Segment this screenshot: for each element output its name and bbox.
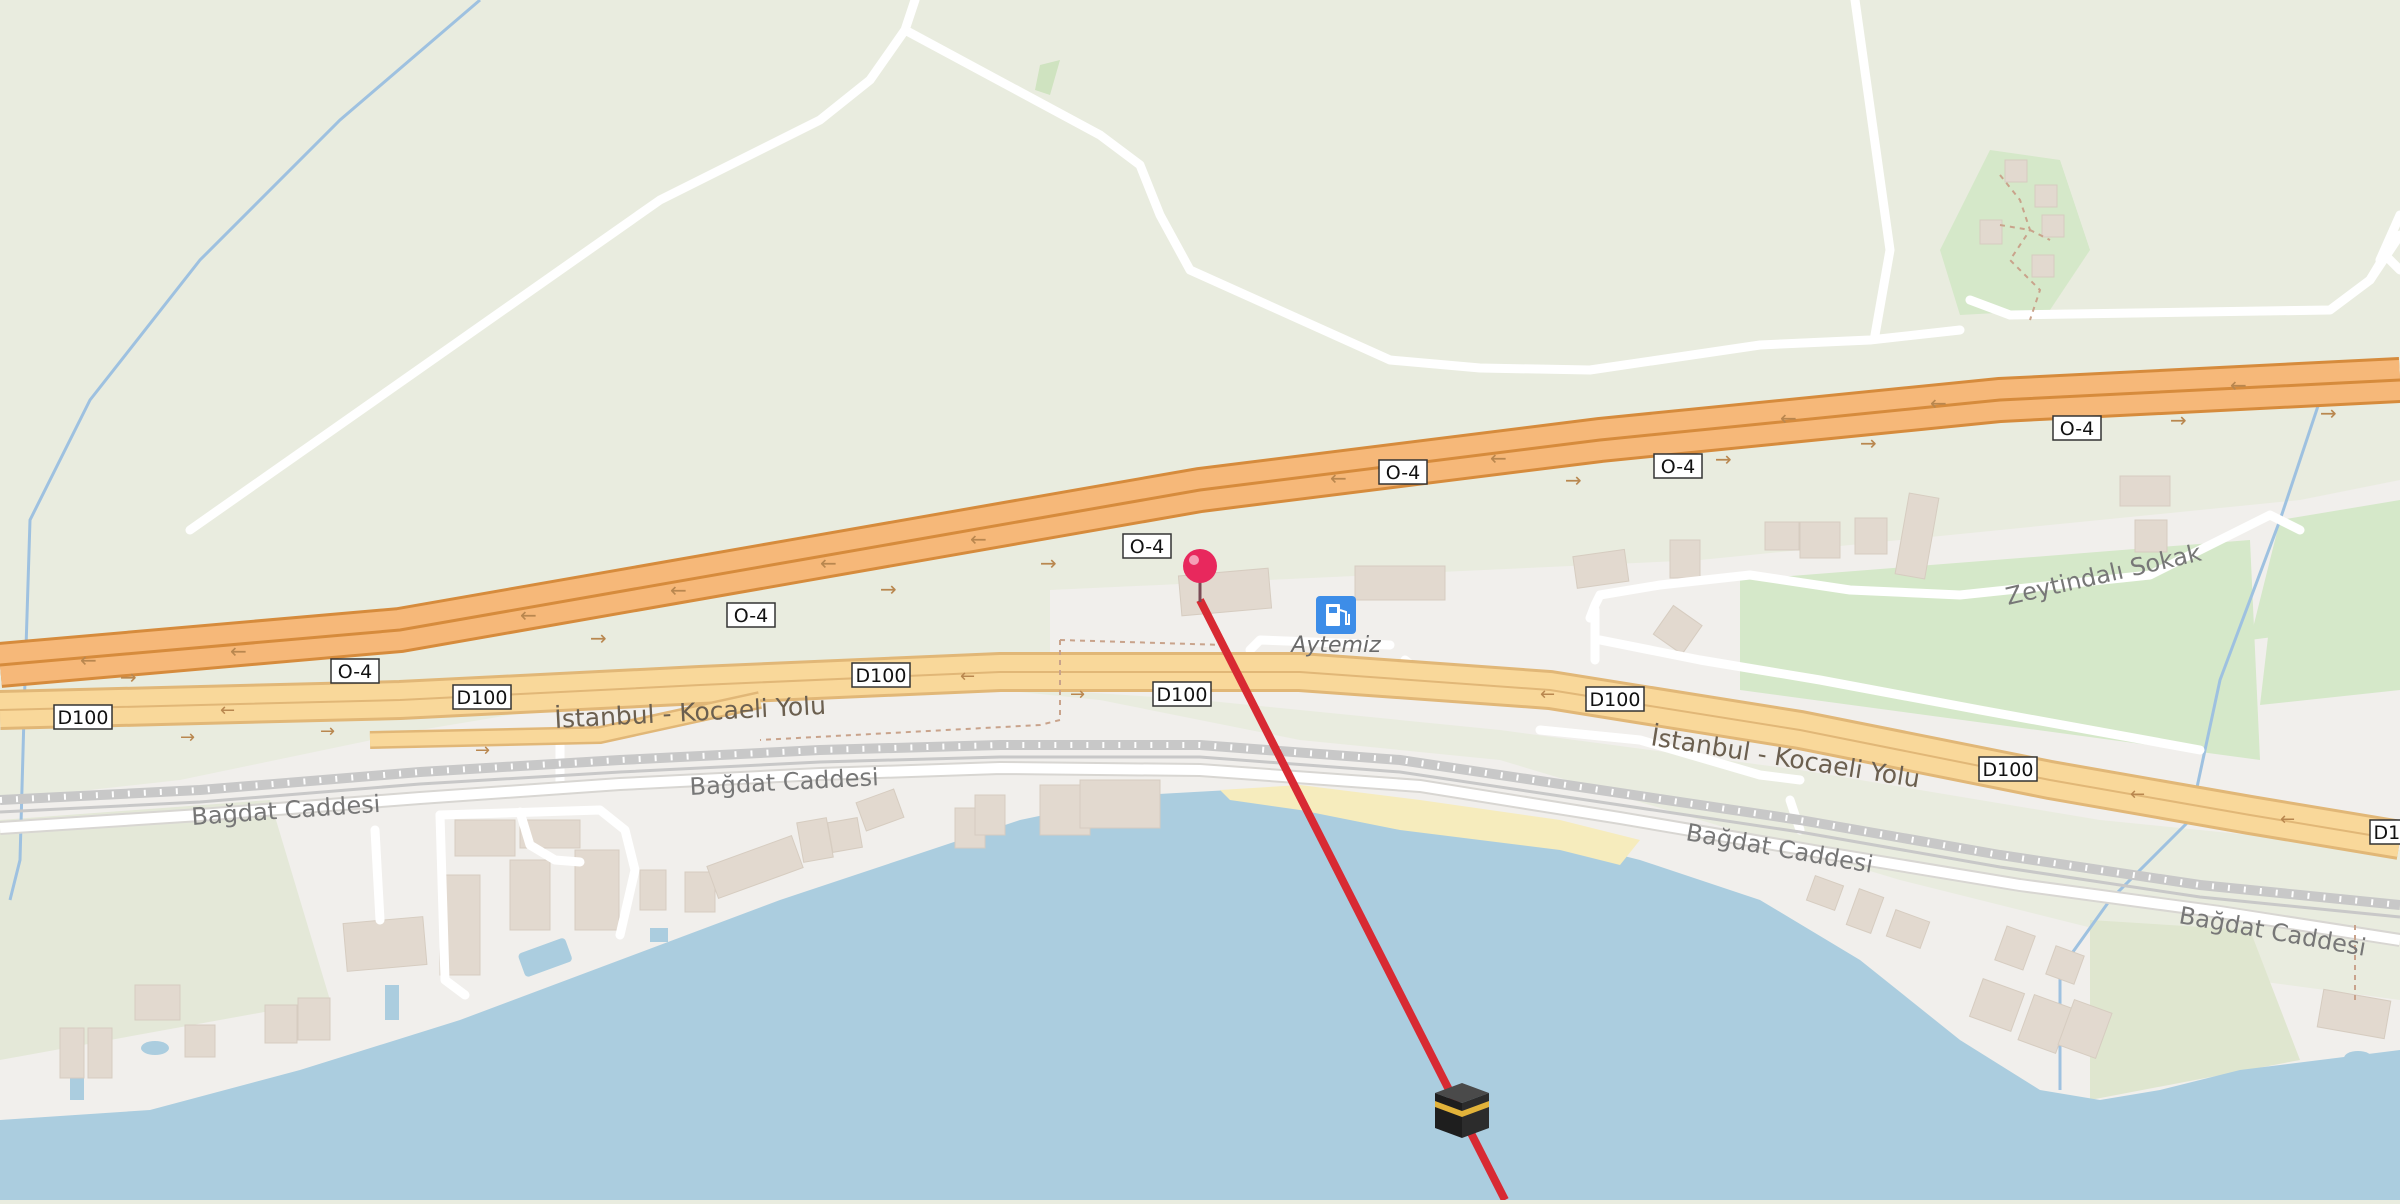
d100-shield: D100 — [53, 704, 113, 730]
svg-text:←: ← — [2230, 373, 2247, 397]
svg-text:D100: D100 — [1590, 689, 1641, 711]
o4-shield: O-4 — [1378, 459, 1428, 485]
svg-text:→: → — [880, 577, 897, 601]
svg-text:D100: D100 — [58, 707, 109, 729]
svg-text:O-4: O-4 — [1661, 456, 1695, 478]
d100-shield: D100 — [452, 684, 512, 710]
svg-text:D100: D100 — [457, 687, 508, 709]
svg-text:→: → — [120, 665, 137, 689]
map-view[interactable]: ← ← ← ← ← ← ← ← ← ← ← → → → → → → → → → … — [0, 0, 2400, 1202]
svg-text:←: ← — [80, 648, 97, 672]
svg-text:←: ← — [520, 603, 537, 627]
d100-shield: D100 — [2369, 819, 2400, 845]
svg-text:D100: D100 — [1983, 759, 2034, 781]
svg-text:D100: D100 — [1157, 684, 1208, 706]
svg-text:←: ← — [230, 639, 247, 663]
svg-text:←: ← — [970, 527, 987, 551]
svg-text:O-4: O-4 — [1130, 536, 1164, 558]
svg-text:←: ← — [220, 700, 235, 721]
d100-shield: D100 — [1585, 686, 1645, 712]
svg-text:←: ← — [1780, 406, 1797, 430]
svg-text:←: ← — [1930, 391, 1947, 415]
o4-shield: O-4 — [726, 602, 776, 628]
o4-shield: O-4 — [2052, 415, 2102, 441]
svg-text:←: ← — [2280, 809, 2295, 830]
pond — [2344, 1051, 2372, 1065]
svg-text:→: → — [2170, 408, 2187, 432]
svg-text:→: → — [590, 626, 607, 650]
svg-text:→: → — [1860, 431, 1877, 455]
o4-shield: O-4 — [1653, 453, 1703, 479]
o4-shield: O-4 — [330, 658, 380, 684]
d100-shield: D100 — [1152, 681, 1212, 707]
pond — [385, 985, 399, 1020]
svg-text:O-4: O-4 — [338, 661, 372, 683]
svg-text:→: → — [2320, 401, 2337, 425]
svg-text:←: ← — [1540, 684, 1555, 705]
svg-text:→: → — [320, 721, 335, 742]
svg-text:→: → — [1715, 447, 1732, 471]
pond — [70, 1075, 84, 1100]
svg-text:←: ← — [670, 578, 687, 602]
svg-text:D100: D100 — [856, 665, 907, 687]
pond — [650, 928, 668, 942]
map-canvas[interactable]: ← ← ← ← ← ← ← ← ← ← ← → → → → → → → → → … — [0, 0, 2400, 1202]
svg-text:O-4: O-4 — [1386, 462, 1420, 484]
svg-text:O-4: O-4 — [2060, 418, 2094, 440]
svg-text:→: → — [475, 740, 490, 761]
fuel-station-label: Aytemiz — [1289, 633, 1381, 658]
svg-text:←: ← — [820, 551, 837, 575]
svg-text:D100: D100 — [2374, 822, 2400, 844]
svg-text:O-4: O-4 — [734, 605, 768, 627]
svg-text:←: ← — [960, 666, 975, 687]
o4-shield: O-4 — [1122, 533, 1172, 559]
svg-text:→: → — [1070, 684, 1085, 705]
svg-text:→: → — [180, 727, 195, 748]
pond — [141, 1041, 169, 1055]
svg-text:←: ← — [1330, 466, 1347, 490]
d100-shield: D100 — [1978, 756, 2038, 782]
svg-text:←: ← — [2130, 784, 2145, 805]
svg-text:←: ← — [1490, 446, 1507, 470]
svg-text:→: → — [1565, 468, 1582, 492]
d100-shield: D100 — [851, 662, 911, 688]
svg-text:→: → — [1040, 551, 1057, 575]
